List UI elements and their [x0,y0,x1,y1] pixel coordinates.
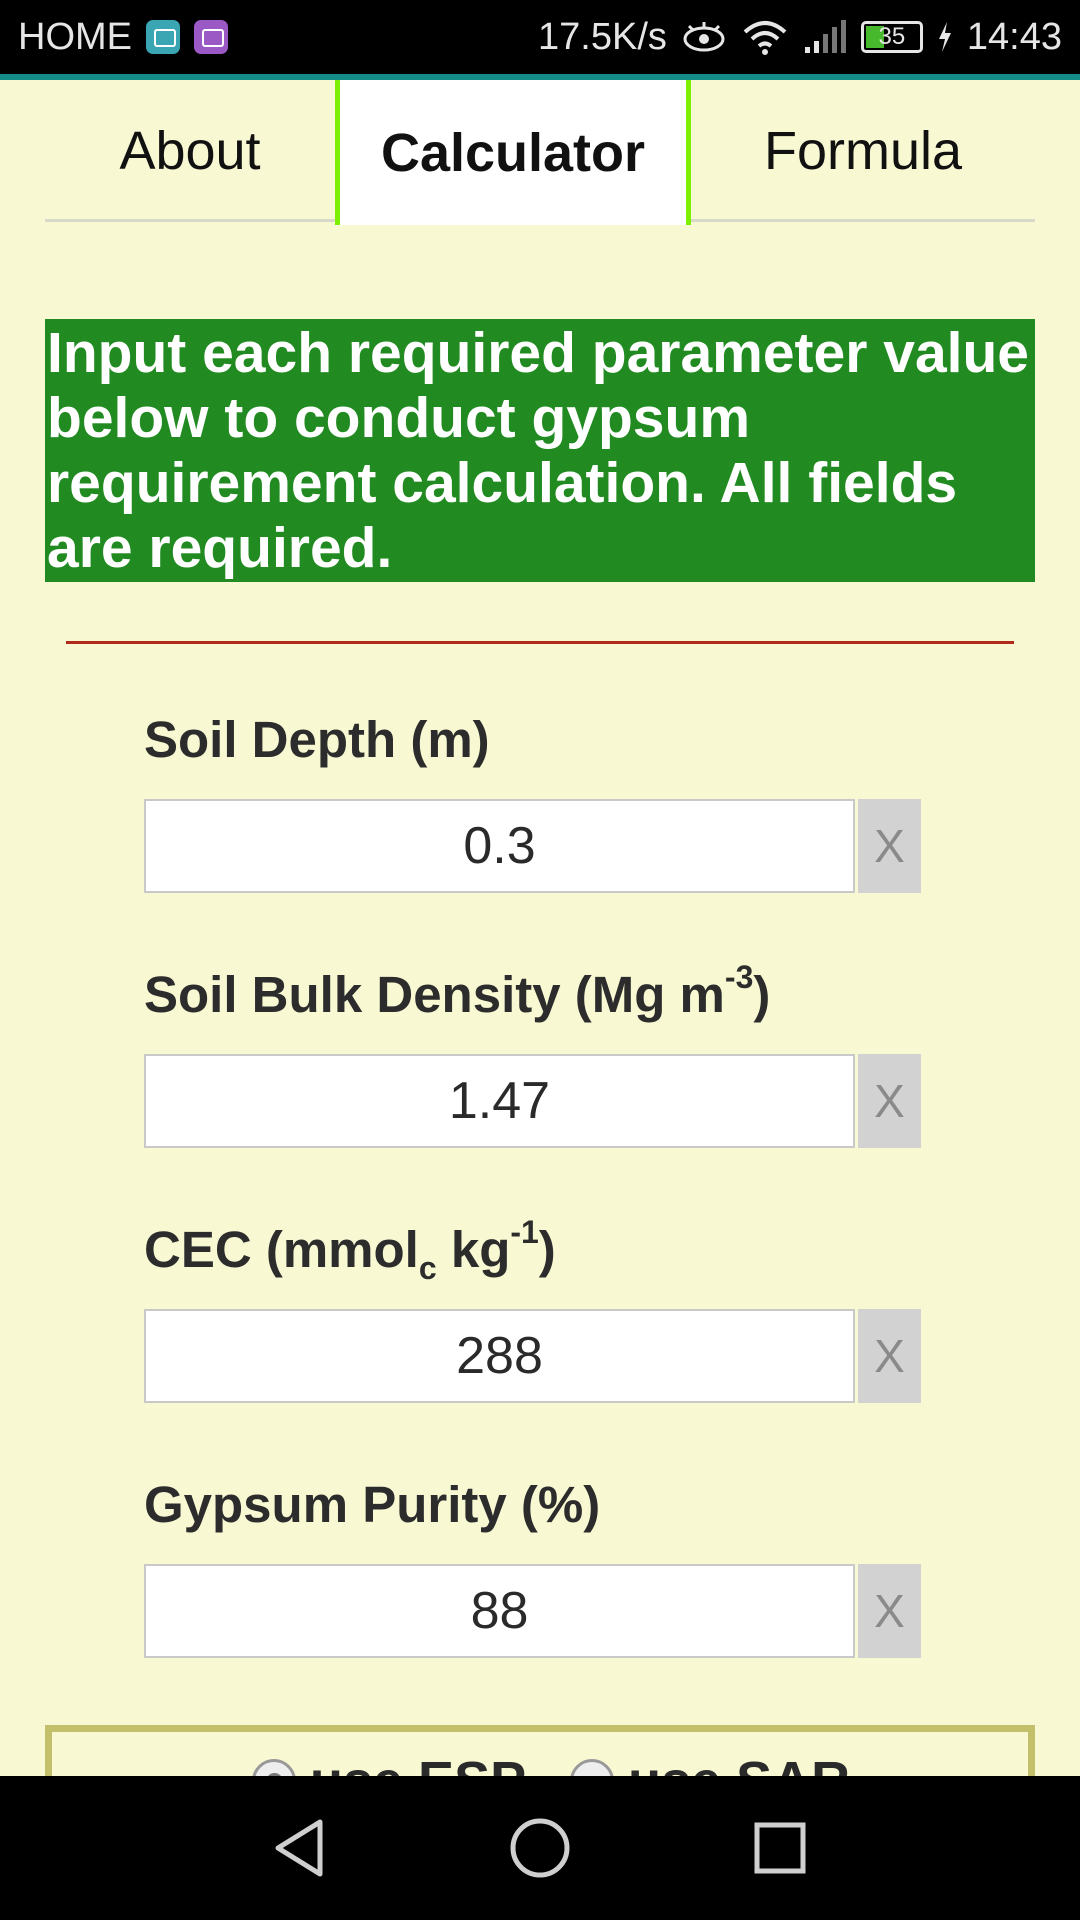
wifi-icon [743,21,787,55]
tab-bar: About Calculator Formula [45,80,1035,225]
tab-formula[interactable]: Formula [691,80,1035,222]
battery-level: 35 [878,23,906,50]
clock: 14:43 [966,15,1062,58]
back-button[interactable] [240,1776,360,1920]
android-notification-icon [146,20,180,54]
cec-input[interactable]: 288 [144,1309,855,1403]
soil-depth-input[interactable]: 0.3 [144,799,855,893]
soil-depth-label: Soil Depth (m) [144,711,490,768]
bulk-density-clear-button[interactable]: X [858,1054,921,1148]
eye-icon [683,22,725,52]
cec-label: CEC (mmolc kg-1) [144,1214,556,1286]
gypsum-purity-label: Gypsum Purity (%) [144,1476,601,1533]
home-button[interactable] [480,1776,600,1920]
signal-icon [804,20,846,53]
instruction-banner: Input each required parameter value belo… [45,319,1035,582]
charging-icon [938,22,951,52]
bulk-density-input[interactable]: 1.47 [144,1054,855,1148]
gypsum-purity-input[interactable]: 88 [144,1564,855,1658]
battery-icon: 35 [860,21,923,53]
carrier-label: HOME [18,15,132,58]
home-icon [510,1818,570,1878]
status-bar: HOME 17.5K/s 35 14:43 [0,0,1080,74]
tab-calculator[interactable]: Calculator [335,80,691,225]
bulk-density-label: Soil Bulk Density (Mg m-3) [144,959,771,1023]
navigation-bar [0,1776,1080,1920]
back-icon [275,1819,323,1877]
recents-icon [754,1822,806,1874]
recents-button[interactable] [720,1776,840,1920]
divider [66,641,1014,644]
cec-clear-button[interactable]: X [858,1309,921,1403]
gallery-notification-icon [194,20,228,54]
tab-about[interactable]: About [45,80,335,222]
gypsum-purity-clear-button[interactable]: X [858,1564,921,1658]
soil-depth-clear-button[interactable]: X [858,799,921,893]
network-speed: 17.5K/s [538,15,667,58]
